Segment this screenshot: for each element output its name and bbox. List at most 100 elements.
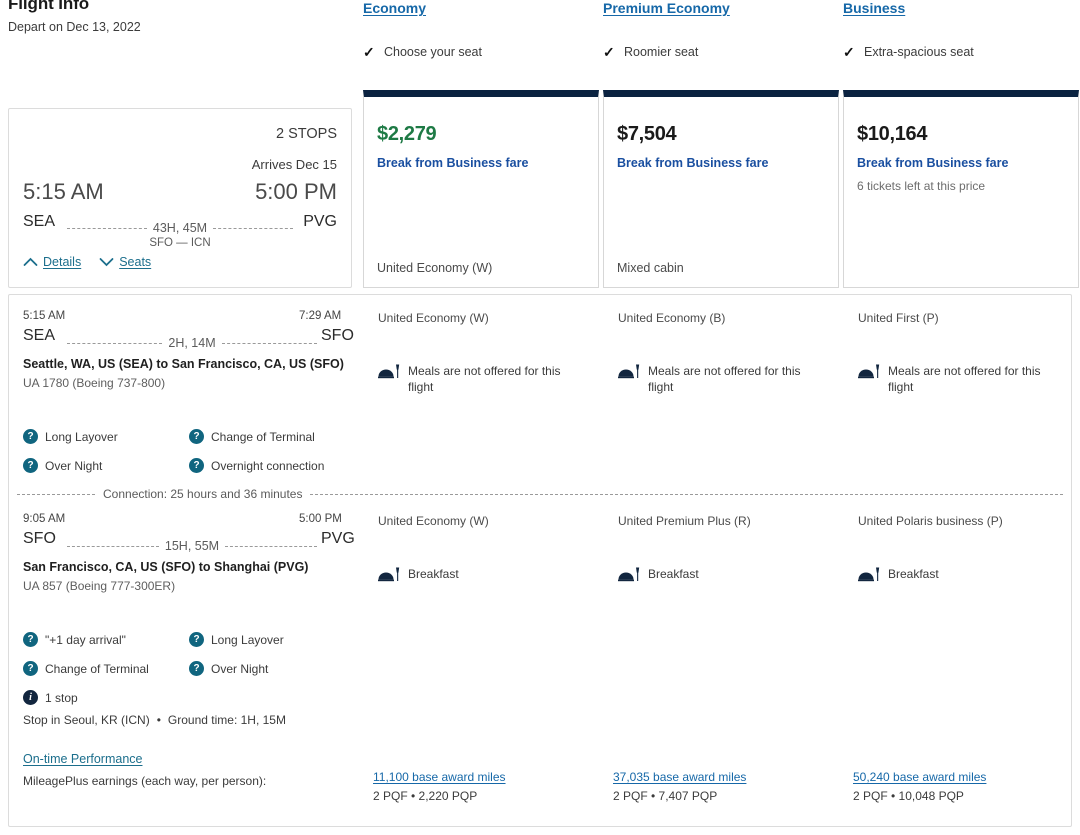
- fare-card-business[interactable]: $10,164 Break from Business fare 6 ticke…: [843, 90, 1079, 288]
- meal-label: Meals are not offered for this flight: [648, 363, 823, 395]
- cabin-link-business[interactable]: Business: [843, 0, 905, 16]
- segment1-depart-time: 5:15 AM: [23, 310, 65, 322]
- segment2-depart-time: 9:05 AM: [23, 513, 65, 525]
- segment2-badge-long-layover[interactable]: ? Long Layover: [189, 632, 284, 647]
- fare-header-row: Flight Info Depart on Dec 13, 2022 Econo…: [0, 0, 1080, 88]
- meal-label: Breakfast: [408, 566, 459, 582]
- summary-arrive-time: 5:00 PM: [255, 179, 337, 205]
- break-from-business-link-premium-economy[interactable]: Break from Business fare: [617, 156, 768, 170]
- segment1-meal-business: Meals are not offered for this flight: [858, 363, 1063, 395]
- question-icon: ?: [189, 458, 204, 473]
- segment2-city-pair: San Francisco, CA, US (SFO) to Shanghai …: [23, 560, 308, 574]
- stop-location: Stop in Seoul, KR (ICN): [23, 713, 150, 727]
- on-time-performance-link[interactable]: On-time Performance: [23, 752, 142, 766]
- segment2-badge-one-stop[interactable]: i 1 stop: [23, 690, 78, 705]
- chevron-up-icon: [23, 257, 38, 267]
- meal-label: Breakfast: [888, 566, 939, 582]
- badge-label: Long Layover: [45, 430, 118, 444]
- badge-label: Over Night: [45, 459, 102, 473]
- summary-via-airports: SFO — ICN: [9, 237, 351, 249]
- segment2-route-line: 15H, 55M: [67, 539, 317, 553]
- flight-summary-card[interactable]: 2 STOPS Arrives Dec 15 5:15 AM 5:00 PM S…: [8, 108, 352, 288]
- segment1-badge-overnight-connection[interactable]: ? Overnight connection: [189, 458, 324, 473]
- segment1-city-pair: Seattle, WA, US (SEA) to San Francisco, …: [23, 357, 344, 371]
- bullet-separator: •: [157, 713, 161, 727]
- segment1-cabin-premium-economy: United Economy (B): [618, 311, 725, 325]
- seats-toggle[interactable]: Seats: [99, 255, 151, 269]
- arrival-date-label: Arrives Dec 15: [252, 157, 337, 172]
- badge-label: Overnight connection: [211, 459, 324, 473]
- cabin-link-premium-economy[interactable]: Premium Economy: [603, 0, 730, 16]
- badge-label: Change of Terminal: [211, 430, 315, 444]
- fare-card-premium-economy[interactable]: $7,504 Break from Business fare Mixed ca…: [603, 90, 839, 288]
- cabin-header-economy: Economy: [363, 0, 426, 18]
- fare-cabin-premium-economy: Mixed cabin: [617, 261, 684, 275]
- segment2-meal-business: Breakfast: [858, 566, 1063, 582]
- stops-count: 2 STOPS: [276, 126, 337, 142]
- summary-card-links: Details Seats: [23, 255, 151, 269]
- details-toggle[interactable]: Details: [23, 255, 81, 269]
- fare-price-business: $10,164: [857, 123, 927, 146]
- segment2-cabin-business: United Polaris business (P): [858, 514, 1003, 528]
- segment1-route-line: 2H, 14M: [67, 336, 317, 350]
- segment1-cabin-business: United First (P): [858, 311, 939, 325]
- segment2-badge-over-night[interactable]: ? Over Night: [189, 661, 268, 676]
- segment1-badge-over-night[interactable]: ? Over Night: [23, 458, 102, 473]
- meal-label: Meals are not offered for this flight: [888, 363, 1063, 395]
- route-dash-right: [222, 343, 317, 344]
- chevron-down-icon: [99, 257, 114, 267]
- cabin-feature-business: ✓Extra-spacious seat: [843, 44, 974, 61]
- flight-details-panel: 5:15 AM 7:29 AM SEA SFO 2H, 14M Seattle,…: [8, 294, 1072, 827]
- meal-label: Meals are not offered for this flight: [408, 363, 583, 395]
- badge-label: "+1 day arrival": [45, 633, 126, 647]
- question-icon: ?: [23, 661, 38, 676]
- question-icon: ?: [23, 429, 38, 444]
- route-dash-left: [67, 546, 159, 547]
- meal-icon: [378, 364, 400, 379]
- segment1-meal-economy: Meals are not offered for this flight: [378, 363, 583, 395]
- break-from-business-link-business[interactable]: Break from Business fare: [857, 156, 1008, 170]
- segment1-origin-code: SEA: [23, 327, 55, 345]
- cabin-feature-economy: ✓Choose your seat: [363, 44, 482, 61]
- fare-cabin-economy: United Economy (W): [377, 261, 492, 275]
- meal-icon: [618, 364, 640, 379]
- summary-depart-time: 5:15 AM: [23, 179, 104, 205]
- badge-label: Change of Terminal: [45, 662, 149, 676]
- segment2-cabin-economy: United Economy (W): [378, 514, 489, 528]
- segment2-duration: 15H, 55M: [165, 539, 219, 553]
- award-miles-link-business[interactable]: 50,240 base award miles: [853, 770, 986, 784]
- segment1-meal-premium-economy: Meals are not offered for this flight: [618, 363, 823, 395]
- fare-card-economy[interactable]: $2,279 Break from Business fare United E…: [363, 90, 599, 288]
- route-dash-left: [67, 228, 147, 229]
- cabin-header-business: Business: [843, 0, 905, 18]
- break-from-business-link-economy[interactable]: Break from Business fare: [377, 156, 528, 170]
- depart-date-label: Depart on Dec 13, 2022: [8, 20, 141, 34]
- segment1-badge-long-layover[interactable]: ? Long Layover: [23, 429, 118, 444]
- meal-icon: [858, 567, 880, 582]
- route-dash-left: [67, 343, 162, 344]
- summary-duration: 43H, 45M: [153, 221, 207, 235]
- divider-dash-right: [310, 494, 1063, 495]
- segment1-badge-change-of-terminal[interactable]: ? Change of Terminal: [189, 429, 315, 444]
- cabin-feature-label: Extra-spacious seat: [864, 45, 974, 59]
- segment1-destination-code: SFO: [321, 327, 354, 345]
- segment1-cabin-economy: United Economy (W): [378, 311, 489, 325]
- route-dash-right: [225, 546, 317, 547]
- segment2-arrive-time: 5:00 PM: [299, 513, 342, 525]
- check-icon: ✓: [363, 44, 377, 61]
- segment1-duration: 2H, 14M: [168, 336, 215, 350]
- page-title: Flight Info: [8, 0, 89, 14]
- segment2-meal-economy: Breakfast: [378, 566, 583, 582]
- meal-icon: [378, 567, 400, 582]
- flight-info-page: Flight Info Depart on Dec 13, 2022 Econo…: [0, 0, 1080, 835]
- cabin-feature-label: Roomier seat: [624, 45, 698, 59]
- segment2-origin-code: SFO: [23, 530, 56, 548]
- award-pqp-business: 2 PQF • 10,048 PQP: [853, 789, 964, 803]
- summary-route-line: 43H, 45M: [67, 221, 293, 235]
- question-icon: ?: [189, 632, 204, 647]
- award-miles-link-premium-economy[interactable]: 37,035 base award miles: [613, 770, 746, 784]
- segment2-badge-change-of-terminal[interactable]: ? Change of Terminal: [23, 661, 149, 676]
- award-miles-link-economy[interactable]: 11,100 base award miles: [373, 770, 506, 784]
- cabin-link-economy[interactable]: Economy: [363, 0, 426, 16]
- segment2-badge-plus-one-day-arrival[interactable]: ? "+1 day arrival": [23, 632, 126, 647]
